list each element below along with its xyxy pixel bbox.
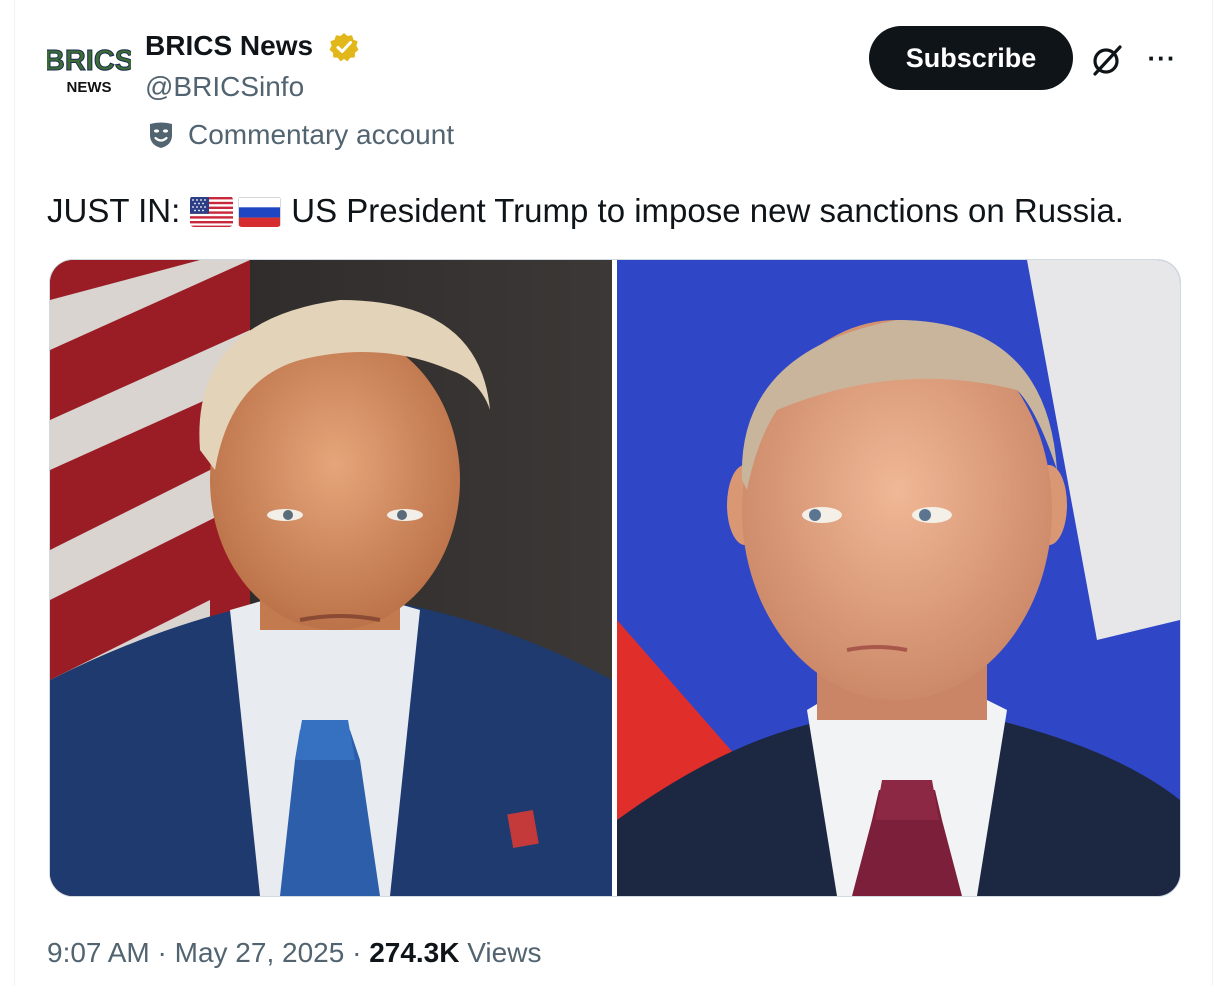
verified-badge-icon[interactable] <box>328 31 360 63</box>
avatar[interactable]: BRICS NEWS <box>43 30 135 104</box>
meta-separator: · <box>157 937 167 968</box>
avatar-brics-text: BRICS <box>47 45 131 77</box>
more-icon[interactable]: ··· <box>1142 42 1182 74</box>
media-grid[interactable] <box>49 259 1181 897</box>
russia-flag-icon <box>238 196 282 227</box>
trump-photo[interactable] <box>50 260 612 896</box>
avatar-news-text: NEWS <box>67 79 112 96</box>
us-flag-icon <box>190 196 234 227</box>
commentary-account-label: Commentary account <box>148 117 454 153</box>
tweet-text: JUST IN: US President Trump to impose ne… <box>47 190 1124 232</box>
subscribe-button[interactable]: Subscribe <box>869 26 1073 90</box>
grok-icon[interactable] <box>1090 43 1124 77</box>
timeline-border-left <box>14 0 15 986</box>
commentary-account-text: Commentary account <box>188 119 455 150</box>
views-count[interactable]: 274.3K <box>369 937 459 968</box>
tweet-date[interactable]: May 27, 2025 <box>175 937 345 968</box>
meta-separator: · <box>352 937 362 968</box>
flag-emojis <box>190 196 282 227</box>
theater-mask-icon <box>150 122 172 148</box>
handle[interactable]: @BRICSinfo <box>145 70 304 104</box>
views-label[interactable]: Views <box>467 937 541 968</box>
timeline-border-right <box>1212 0 1213 986</box>
tweet-meta: 9:07 AM · May 27, 2025 · 274.3K Views <box>47 933 541 973</box>
display-name[interactable]: BRICS News <box>145 29 313 63</box>
tweet-prefix: JUST IN: <box>47 192 181 229</box>
putin-photo[interactable] <box>617 260 1180 896</box>
tweet-body: US President Trump to impose new sanctio… <box>291 192 1124 229</box>
tweet-time[interactable]: 9:07 AM <box>47 937 150 968</box>
